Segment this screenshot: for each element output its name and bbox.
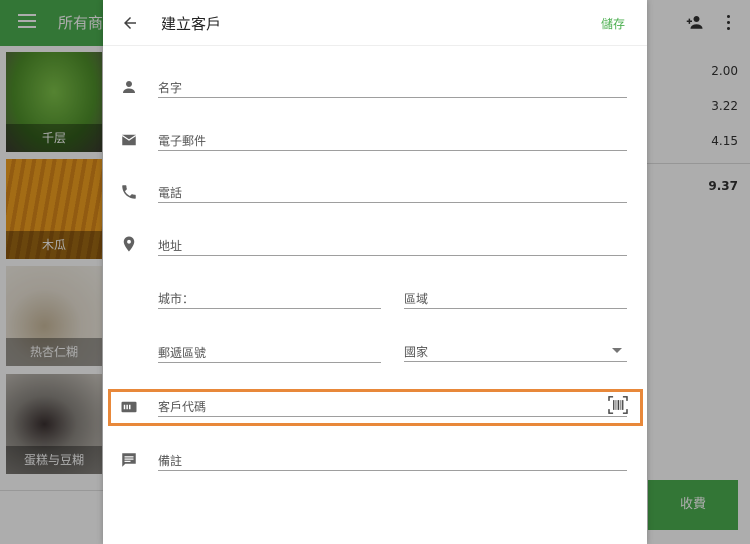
person-icon — [123, 81, 135, 93]
save-button[interactable]: 儲存 — [601, 15, 625, 32]
comment-icon — [122, 453, 136, 467]
dialog-header: 建立客戶 儲存 — [103, 0, 647, 46]
back-arrow-icon[interactable] — [121, 14, 139, 32]
postal-code-field[interactable]: 郵遞區號 — [158, 341, 381, 363]
region-field[interactable]: 區域 — [404, 287, 627, 309]
address-field[interactable]: 地址 — [158, 234, 627, 256]
dropdown-arrow-icon[interactable] — [612, 348, 622, 353]
id-card-icon — [121, 401, 137, 413]
note-field[interactable]: 備註 — [158, 449, 627, 471]
create-customer-dialog: 建立客戶 儲存 名字 電子郵件 電話 地址 城市： 區域 郵遞區號 國家 客戶代… — [103, 0, 647, 544]
country-select[interactable]: 國家 — [404, 340, 627, 362]
phone-field[interactable]: 電話 — [158, 181, 627, 203]
postal-code-placeholder: 郵遞區號 — [158, 346, 207, 360]
city-placeholder: 城市： — [158, 292, 195, 306]
city-field[interactable]: 城市： — [158, 287, 381, 309]
email-field[interactable]: 電子郵件 — [158, 129, 627, 151]
customer-code-field[interactable]: 客戶代碼 — [158, 395, 627, 417]
email-icon — [121, 134, 137, 146]
note-placeholder: 備註 — [158, 454, 183, 468]
barcode-scan-icon[interactable] — [608, 396, 628, 414]
dialog-title: 建立客戶 — [161, 15, 222, 33]
email-placeholder: 電子郵件 — [158, 134, 207, 148]
customer-code-placeholder: 客戶代碼 — [158, 400, 207, 414]
region-placeholder: 區域 — [404, 292, 429, 306]
address-placeholder: 地址 — [158, 239, 183, 253]
phone-placeholder: 電話 — [158, 186, 183, 200]
name-field[interactable]: 名字 — [158, 76, 627, 98]
phone-icon — [122, 185, 136, 199]
country-placeholder: 國家 — [404, 345, 429, 359]
location-pin-icon — [123, 236, 135, 252]
name-placeholder: 名字 — [158, 81, 183, 95]
